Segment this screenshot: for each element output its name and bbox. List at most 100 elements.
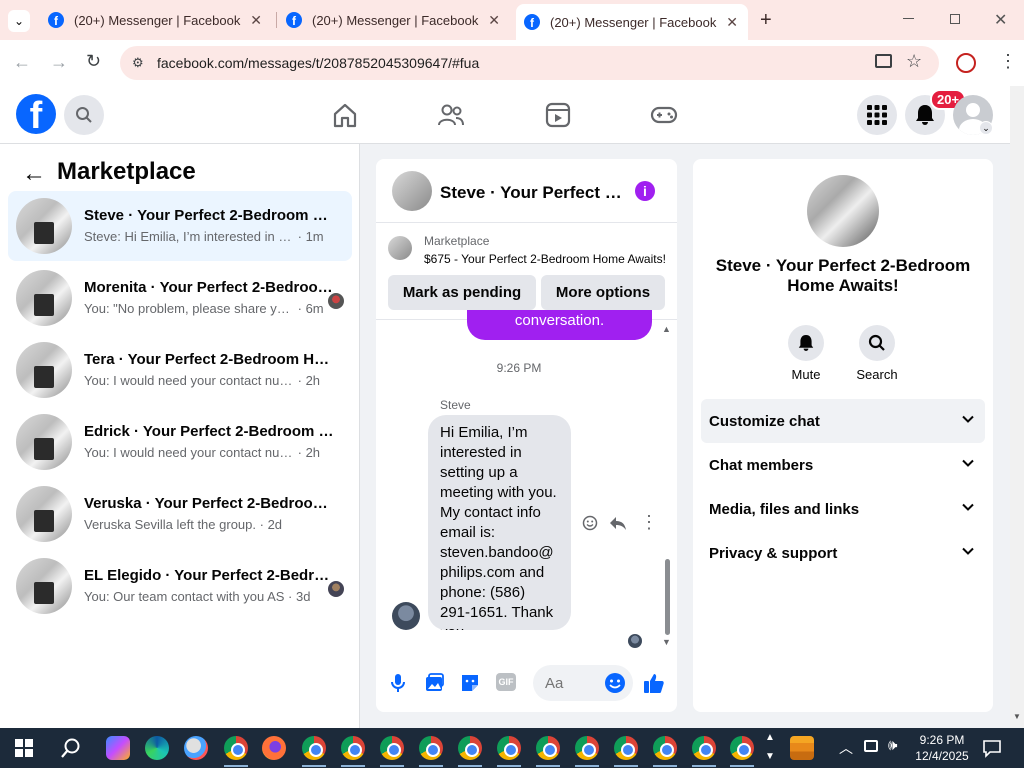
- scroll-down-icon[interactable]: ▼: [1013, 712, 1021, 721]
- browser-tab-3-active[interactable]: f (20+) Messenger | Facebook ✕: [516, 4, 748, 40]
- microphone-icon[interactable]: [387, 672, 409, 694]
- gif-icon[interactable]: GIF: [496, 673, 516, 691]
- profile-icon[interactable]: [956, 53, 976, 73]
- listing-thumbnail: [16, 342, 72, 398]
- browser-tab-2[interactable]: f (20+) Messenger | Facebook ✕: [282, 0, 510, 40]
- chrome-icon[interactable]: [692, 736, 716, 760]
- volume-icon[interactable]: 🕪: [888, 737, 897, 754]
- mute-button[interactable]: Mute: [776, 325, 836, 382]
- chrome-icon[interactable]: [224, 736, 248, 760]
- close-tab-icon[interactable]: ✕: [726, 14, 738, 31]
- listing-thumbnail: [16, 198, 72, 254]
- scroll-up-icon[interactable]: ▲: [662, 324, 671, 334]
- home-icon[interactable]: [331, 101, 359, 129]
- facebook-logo-icon[interactable]: f: [16, 94, 56, 134]
- copilot-icon[interactable]: [106, 736, 130, 760]
- forward-nav-icon[interactable]: →: [50, 52, 68, 73]
- windows-start-icon[interactable]: [15, 739, 33, 757]
- chrome-icon[interactable]: [302, 736, 326, 760]
- conversation-item[interactable]: Tera · Your Perfect 2-Bedroom Home Await…: [8, 335, 352, 405]
- photo-icon[interactable]: [423, 672, 445, 694]
- marketplace-listing-card: Marketplace $675 - Your Perfect 2-Bedroo…: [376, 224, 677, 320]
- chrome-icon[interactable]: [575, 736, 599, 760]
- chevron-down-icon: [962, 503, 974, 511]
- firefox-icon[interactable]: [262, 736, 286, 760]
- customize-chat-section[interactable]: Customize chat: [701, 399, 985, 443]
- chrome-icon[interactable]: [497, 736, 521, 760]
- system-clock[interactable]: 9:26 PM 12/4/2025: [912, 732, 972, 764]
- conversation-name: Morenita · Your Perfect 2-Bedroom Home A…: [84, 279, 334, 296]
- sender-avatar[interactable]: [392, 602, 420, 630]
- chat-title[interactable]: Steve · Your Perfect 2-Bedroom Home Awai…: [440, 183, 625, 203]
- tab-title: (20+) Messenger | Facebook: [74, 12, 241, 28]
- facebook-favicon-icon: f: [286, 12, 302, 28]
- close-tab-icon[interactable]: ✕: [488, 12, 500, 29]
- privacy-support-section[interactable]: Privacy & support: [701, 531, 985, 575]
- more-actions-icon[interactable]: ⋮: [640, 512, 658, 533]
- media-files-links-section[interactable]: Media, files and links: [701, 487, 985, 531]
- tab-search-button[interactable]: ⌄: [8, 10, 30, 32]
- reload-icon[interactable]: ↻: [86, 51, 101, 72]
- reply-icon[interactable]: [609, 515, 627, 531]
- conversation-item[interactable]: Morenita · Your Perfect 2-Bedroom Home A…: [8, 263, 352, 333]
- listing-thumbnail: [388, 236, 412, 260]
- search-icon[interactable]: [60, 737, 82, 759]
- more-options-button[interactable]: More options: [541, 275, 665, 310]
- bookmark-star-icon[interactable]: ☆: [906, 51, 922, 72]
- mark-as-pending-button[interactable]: Mark as pending: [388, 275, 536, 310]
- paint-icon[interactable]: [184, 736, 208, 760]
- chat-avatar[interactable]: [392, 171, 432, 211]
- conversation-item[interactable]: EL Elegido · Your Perfect 2-Bedroom Home…: [8, 551, 352, 621]
- network-icon[interactable]: [864, 740, 878, 752]
- search-icon: [76, 107, 92, 123]
- chevron-down-icon: [962, 415, 974, 423]
- chat-members-section[interactable]: Chat members: [701, 443, 985, 487]
- info-icon[interactable]: i: [635, 181, 655, 201]
- friends-icon[interactable]: [437, 101, 465, 129]
- search-button[interactable]: [64, 95, 104, 135]
- system-tray-chevron-icon[interactable]: ︿: [839, 738, 853, 758]
- close-window-icon[interactable]: ✕: [994, 10, 1007, 30]
- chrome-icon[interactable]: [341, 736, 365, 760]
- chrome-icon[interactable]: [536, 736, 560, 760]
- edge-icon[interactable]: [145, 736, 169, 760]
- sticker-icon[interactable]: [459, 672, 481, 694]
- chrome-icon[interactable]: [653, 736, 677, 760]
- conversation-item[interactable]: Steve · Your Perfect 2-Bedroom Home Awai…: [8, 191, 352, 261]
- scroll-down-icon[interactable]: ▼: [662, 637, 671, 647]
- conversation-item[interactable]: Veruska · Your Perfect 2-Bedroom Home Aw…: [8, 479, 352, 549]
- chrome-icon[interactable]: [730, 736, 754, 760]
- omnibox[interactable]: ⚙ facebook.com/messages/t/20878520453096…: [120, 46, 939, 80]
- back-nav-icon[interactable]: ←: [13, 52, 31, 73]
- account-chevron-icon[interactable]: ⌄: [979, 121, 993, 135]
- video-icon[interactable]: [544, 101, 572, 129]
- chrome-icon[interactable]: [419, 736, 443, 760]
- chrome-menu-icon[interactable]: ⋮: [999, 51, 1017, 72]
- conversation-item[interactable]: Edrick · Your Perfect 2-Bedroom Home Awa…: [8, 407, 352, 477]
- emoji-icon[interactable]: [604, 672, 626, 694]
- restore-window-icon[interactable]: [950, 14, 960, 24]
- chrome-icon[interactable]: [614, 736, 638, 760]
- taskbar-overflow-icon[interactable]: ▲ ▼: [765, 728, 775, 766]
- thumbs-up-icon[interactable]: [643, 672, 665, 694]
- install-app-icon[interactable]: [875, 54, 892, 68]
- gaming-icon[interactable]: [650, 101, 678, 129]
- close-tab-icon[interactable]: ✕: [250, 12, 262, 29]
- minimize-window-icon[interactable]: [903, 18, 914, 19]
- notification-center-icon[interactable]: [982, 738, 1002, 758]
- menu-button[interactable]: [857, 95, 897, 135]
- page-scrollbar[interactable]: ▼: [1010, 86, 1024, 728]
- new-tab-icon[interactable]: +: [760, 9, 772, 32]
- chat-scrollbar[interactable]: [665, 559, 670, 635]
- chrome-icon[interactable]: [380, 736, 404, 760]
- back-arrow-icon[interactable]: ←: [22, 160, 46, 188]
- search-label: Search: [856, 367, 898, 382]
- listing-title[interactable]: $675 - Your Perfect 2-Bedroom Home Await…: [424, 252, 669, 266]
- react-emoji-icon[interactable]: [582, 515, 598, 531]
- browser-tab-1[interactable]: f (20+) Messenger | Facebook ✕: [44, 0, 272, 40]
- conversation-name: Tera · Your Perfect 2-Bedroom Home Await…: [84, 351, 334, 368]
- stack-app-icon[interactable]: [790, 736, 814, 760]
- search-conversation-button[interactable]: Search: [847, 325, 907, 382]
- chrome-icon[interactable]: [458, 736, 482, 760]
- site-settings-icon[interactable]: ⚙: [132, 55, 144, 71]
